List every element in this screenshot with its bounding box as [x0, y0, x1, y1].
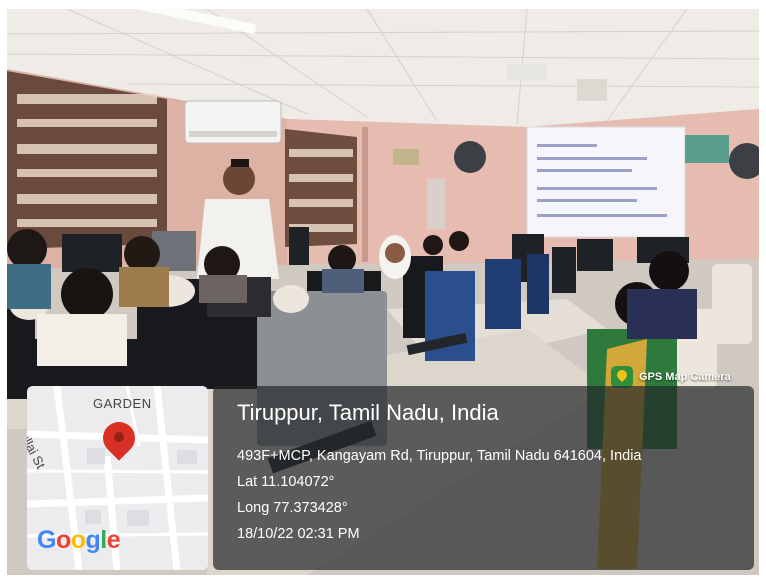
location-address: 493F+MCP, Kangayam Rd, Tiruppur, Tamil N… — [237, 448, 642, 464]
map-pin-center — [114, 432, 124, 442]
location-title: Tiruppur, Tamil Nadu, India — [237, 400, 499, 425]
map-area-label: GARDEN — [93, 396, 152, 411]
gps-camera-label: GPS Map Camera — [639, 371, 731, 383]
gps-map-camera-icon — [611, 366, 633, 388]
geotag-overlay: GARDEN Mullai St Google Tiruppur, Tamil … — [27, 386, 754, 570]
google-logo-text: Google — [37, 526, 121, 554]
mini-map: GARDEN Mullai St Google — [27, 386, 208, 570]
google-logo: Google — [37, 526, 121, 555]
gps-camera-badge: GPS Map Camera — [611, 366, 731, 388]
location-longitude: Long 77.373428° — [237, 500, 348, 516]
location-info-panel: Tiruppur, Tamil Nadu, India 493F+MCP, Ka… — [213, 386, 754, 570]
photo-frame: GPS Map Camera GARDEN Mullai St Google T… — [0, 0, 766, 581]
location-timestamp: 18/10/22 02:31 PM — [237, 526, 360, 542]
location-latitude: Lat 11.104072° — [237, 474, 335, 490]
